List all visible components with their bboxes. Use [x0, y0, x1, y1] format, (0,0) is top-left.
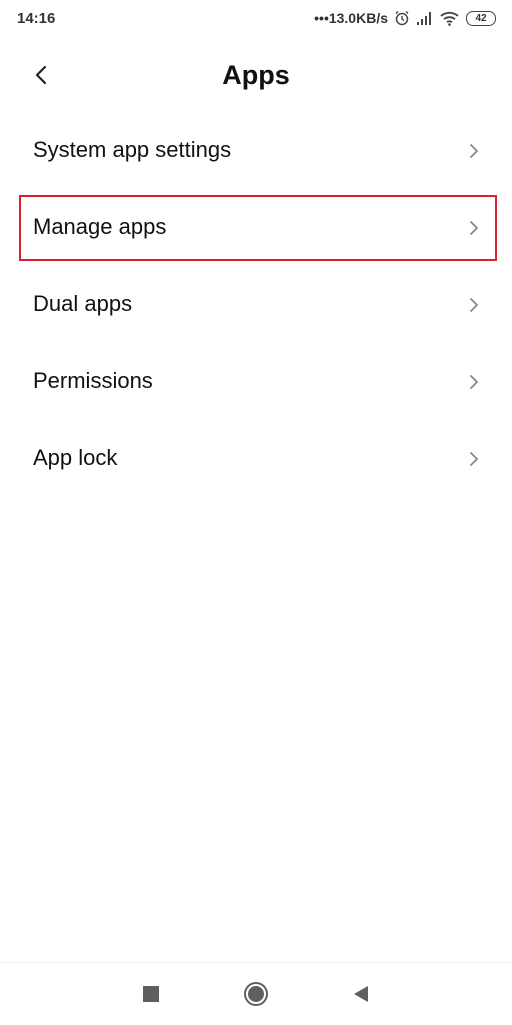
- battery-level: 42: [475, 12, 487, 24]
- home-button[interactable]: [243, 981, 269, 1007]
- recents-square-icon: [143, 986, 159, 1002]
- alarm-icon: [395, 11, 409, 26]
- signal-icon: [417, 12, 431, 25]
- network-speed: •••13.0KB/s: [314, 10, 388, 26]
- chevron-right-icon: [470, 221, 478, 235]
- menu-item-dual-apps[interactable]: Dual apps: [0, 267, 512, 344]
- chevron-right-icon: [470, 298, 478, 312]
- chevron-right-icon: [470, 375, 478, 389]
- menu-item-manage-apps[interactable]: Manage apps: [0, 190, 512, 267]
- app-header: Apps: [0, 52, 512, 100]
- menu-item-label: App lock: [33, 445, 118, 470]
- page-title: Apps: [222, 60, 290, 90]
- menu-item-system-app-settings[interactable]: System app settings: [0, 113, 512, 190]
- menu-item-label: Dual apps: [33, 291, 133, 316]
- status-time: 14:16: [17, 10, 56, 27]
- navigation-bar: [0, 962, 512, 1025]
- status-icons: •••13.0KB/s 42: [314, 9, 496, 27]
- wifi-icon: [440, 11, 459, 26]
- chevron-right-icon: [470, 144, 478, 158]
- status-bar: 14:16 •••13.0KB/s 42: [0, 0, 512, 36]
- recents-button[interactable]: [138, 981, 164, 1007]
- back-triangle-icon: [354, 986, 368, 1002]
- battery-icon: 42: [466, 10, 496, 26]
- menu-item-label: Manage apps: [33, 214, 167, 239]
- menu-item-app-lock[interactable]: App lock: [0, 421, 512, 498]
- home-circle-icon: [244, 982, 268, 1006]
- menu-item-permissions[interactable]: Permissions: [0, 344, 512, 421]
- menu-item-label: System app settings: [33, 137, 232, 162]
- menu-item-label: Permissions: [33, 368, 153, 393]
- back-nav-button[interactable]: [348, 981, 374, 1007]
- apps-menu-list: System app settings Manage apps Dual app…: [0, 113, 512, 498]
- chevron-right-icon: [470, 452, 478, 466]
